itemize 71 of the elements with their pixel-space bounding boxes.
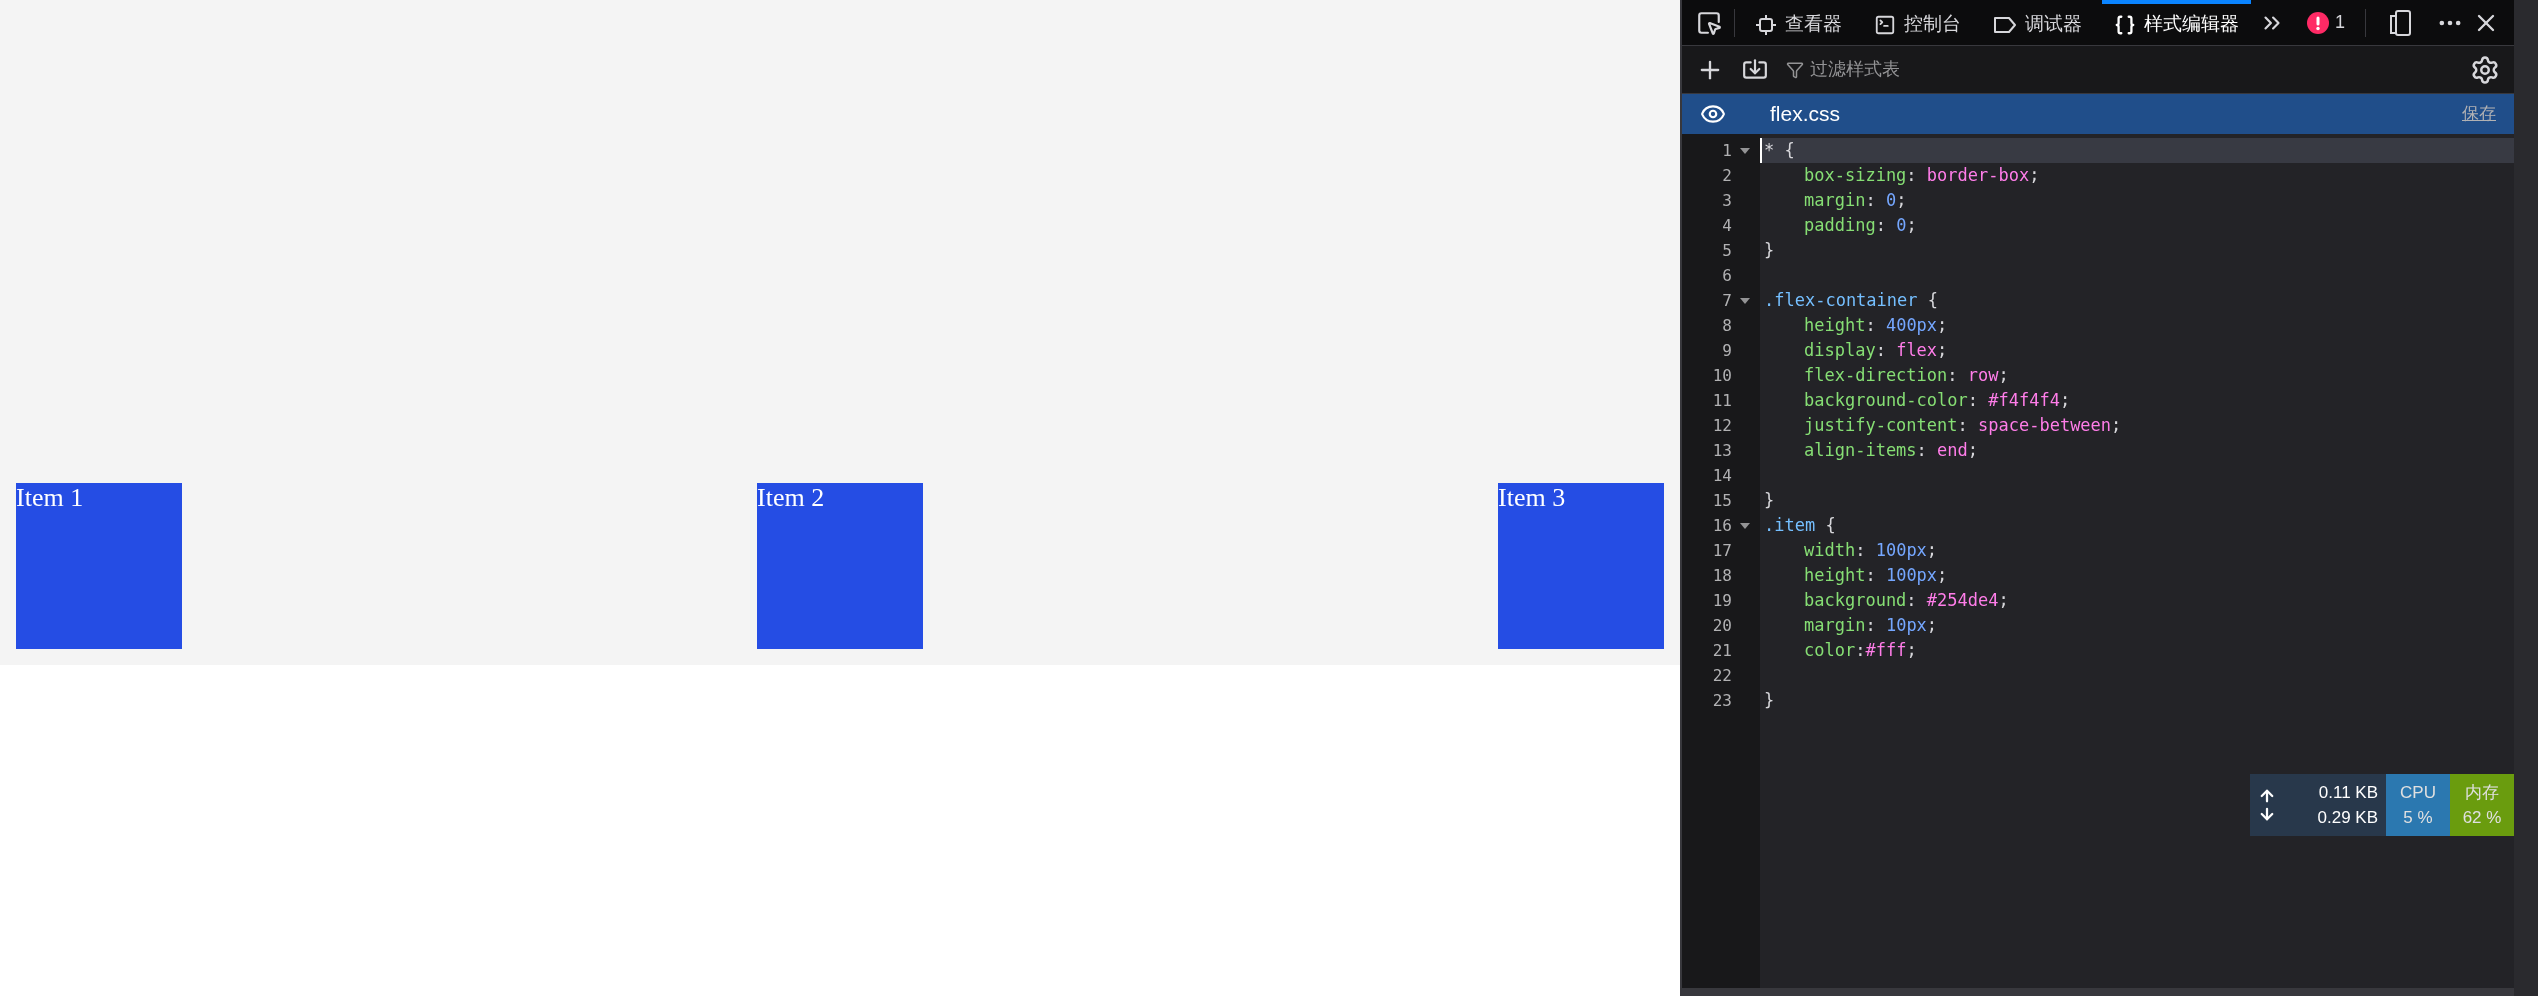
code-line: background: #254de4; <box>1804 588 2009 612</box>
memory-label: 内存 <box>2465 781 2499 804</box>
fold-caret-icon[interactable] <box>1740 147 1750 154</box>
code-line: justify-content: space-between; <box>1804 413 2122 437</box>
terminal-icon <box>1874 13 1896 36</box>
line-number: 10 <box>1712 364 1732 387</box>
upload-speed: 0.11 KB <box>2318 781 2378 804</box>
line-number: 22 <box>1712 664 1732 687</box>
code-line: display: flex; <box>1804 338 1948 362</box>
error-count[interactable]: 1 <box>2335 9 2345 36</box>
line-number: 8 <box>1722 314 1732 337</box>
code-line: background-color: #f4f4f4; <box>1804 388 2071 412</box>
line-number: 15 <box>1712 489 1732 512</box>
code-line: color:#fff; <box>1804 638 1917 662</box>
stylesheet-name[interactable]: flex.css <box>1770 98 1840 130</box>
horizontal-scrollbar[interactable] <box>1682 988 2514 996</box>
download-speed: 0.29 KB <box>2317 807 2378 829</box>
line-number: 5 <box>1722 239 1732 262</box>
code-line: margin: 0; <box>1804 188 1907 212</box>
save-link[interactable]: 保存 <box>2462 101 2496 127</box>
code-line: } <box>1764 688 1775 712</box>
line-number: 14 <box>1712 464 1732 487</box>
error-icon <box>2307 11 2329 34</box>
fold-caret-icon[interactable] <box>1740 297 1750 304</box>
code-line: flex-direction: row; <box>1804 363 2009 387</box>
fold-caret-icon[interactable] <box>1740 522 1750 529</box>
devtools-tab[interactable]: 控制台 <box>1862 0 1973 46</box>
memory-usage: 62 % <box>2462 807 2502 829</box>
code-line: height: 400px; <box>1804 313 1948 337</box>
code-line: } <box>1764 488 1775 512</box>
code-line: height: 100px; <box>1804 563 1948 587</box>
line-number: 13 <box>1712 439 1732 462</box>
flex-item: Item 1 <box>16 483 182 649</box>
line-number: 4 <box>1722 214 1732 237</box>
line-number: 17 <box>1712 539 1732 562</box>
code-line: margin: 10px; <box>1804 613 1938 637</box>
line-number: 6 <box>1722 264 1732 287</box>
line-number: 23 <box>1712 689 1732 712</box>
devtools-tab[interactable]: 查看器 <box>1743 0 1854 46</box>
filter-icon <box>1786 60 1804 79</box>
responsive-design-icon[interactable] <box>2388 8 2412 37</box>
code-line: .flex-container { <box>1764 288 1938 312</box>
line-number: 12 <box>1712 414 1732 437</box>
code-line: padding: 0; <box>1804 213 1917 237</box>
cpu-usage: 5 % <box>2403 807 2433 829</box>
tag-icon <box>1993 14 2017 35</box>
code-line: * { <box>1764 138 1795 162</box>
line-number: 16 <box>1712 514 1732 537</box>
line-number: 7 <box>1722 289 1732 312</box>
line-number: 21 <box>1712 639 1732 662</box>
flex-item: Item 3 <box>1498 483 1664 649</box>
line-number: 11 <box>1712 389 1732 412</box>
settings-icon[interactable] <box>2470 54 2500 85</box>
flex-item: Item 2 <box>757 483 923 649</box>
code-line: box-sizing: border-box; <box>1804 163 2040 187</box>
line-number: 2 <box>1722 164 1732 187</box>
line-number: 20 <box>1712 614 1732 637</box>
code-line: .item { <box>1764 513 1836 537</box>
line-number: 19 <box>1712 589 1732 612</box>
cpu-label: CPU <box>2400 781 2436 804</box>
braces-icon <box>2114 13 2136 36</box>
code-line: align-items: end; <box>1804 438 1979 462</box>
line-number: 1 <box>1722 139 1732 162</box>
code-line: width: 100px; <box>1804 538 1938 562</box>
crosshair-square-icon <box>1755 13 1777 36</box>
line-number: 18 <box>1712 564 1732 587</box>
line-number: 3 <box>1722 189 1732 212</box>
line-number: 9 <box>1722 339 1732 362</box>
download-arrow-icon <box>2258 805 2276 823</box>
code-line: } <box>1764 238 1775 262</box>
devtools-tab[interactable]: 调试器 <box>1981 0 2094 46</box>
